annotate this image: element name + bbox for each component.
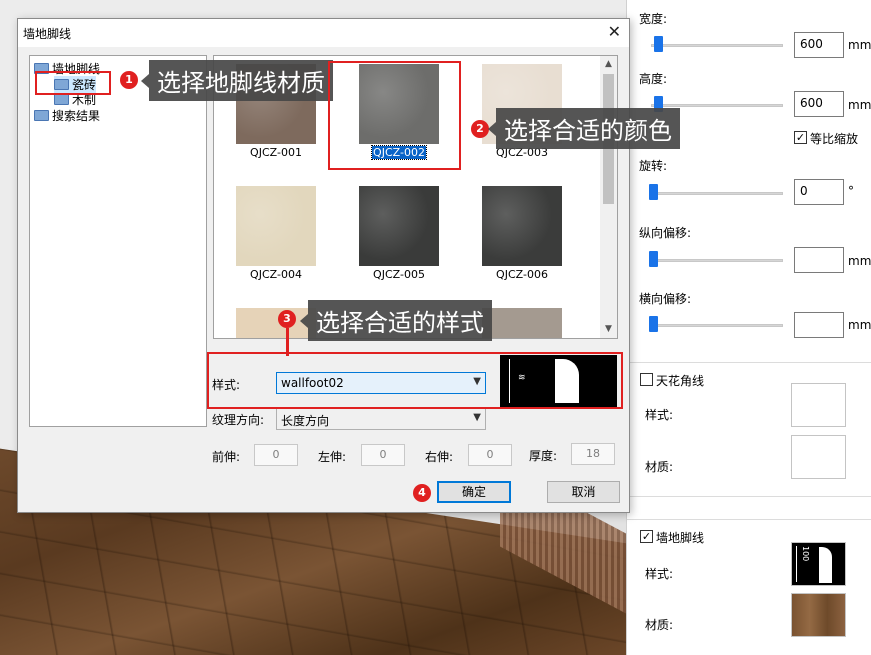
material-tile[interactable]: [482, 186, 562, 266]
tree-node-search[interactable]: 搜索结果: [34, 107, 100, 124]
vertical-offset-slider-thumb[interactable]: [649, 251, 658, 267]
ceiling-line-checkbox[interactable]: [640, 373, 653, 386]
annotation-badge: 1: [120, 71, 138, 89]
rotate-unit: °: [848, 184, 854, 198]
texture-direction-label: 纹理方向:: [212, 413, 265, 427]
thickness-input[interactable]: 18: [571, 443, 615, 465]
left-ext-input[interactable]: 0: [361, 444, 405, 466]
rotate-slider[interactable]: [651, 192, 783, 195]
thickness-label: 厚度:: [529, 449, 558, 463]
wall-foot-checkbox[interactable]: ✓: [640, 530, 653, 543]
material-tile-partial[interactable]: [482, 308, 562, 338]
ok-button[interactable]: 确定: [437, 481, 511, 503]
right-ext-label: 右伸:: [425, 450, 454, 464]
annotation-callout: 选择合适的样式: [300, 300, 492, 341]
texture-direction-select[interactable]: 长度方向 ▼: [276, 408, 486, 430]
scroll-down-icon[interactable]: ▼: [600, 321, 617, 338]
dimension-line-icon: [796, 546, 797, 582]
width-slider[interactable]: [651, 44, 783, 47]
rotate-label: 旋转:: [639, 159, 668, 173]
horizontal-offset-input[interactable]: [794, 312, 844, 338]
close-icon[interactable]: ✕: [608, 22, 621, 41]
front-ext-input[interactable]: 0: [254, 444, 298, 466]
annotation-badge: 3: [278, 310, 296, 328]
material-tile-label: QJCZ-001: [250, 146, 302, 159]
annotation-box-color: [328, 61, 461, 170]
left-ext-label: 左伸:: [318, 450, 347, 464]
annotation-box-ceramic: [35, 71, 111, 95]
vertical-offset-unit: mm: [848, 254, 871, 268]
wall-foot-label: 墙地脚线: [656, 531, 705, 545]
annotation-callout: 选择地脚线材质: [141, 60, 333, 101]
material-tile-label: QJCZ-005: [373, 268, 425, 281]
scroll-up-icon[interactable]: ▲: [600, 56, 617, 73]
properties-panel: 宽度: 600 mm 高度: 600 mm ✓ 等比缩放 旋转: 0 ° 纵向偏…: [626, 0, 871, 655]
vertical-offset-input[interactable]: [794, 247, 844, 273]
tree-node-wood-label: 木制: [72, 93, 97, 107]
grid-scrollbar[interactable]: ▲ ▼: [600, 56, 617, 338]
horizontal-offset-slider[interactable]: [651, 324, 783, 327]
material-tile[interactable]: [236, 186, 316, 266]
material-tile[interactable]: [359, 186, 439, 266]
rotate-input[interactable]: 0: [794, 179, 844, 205]
folder-icon: [54, 94, 69, 105]
keep-ratio-checkbox[interactable]: ✓: [794, 131, 807, 144]
width-slider-thumb[interactable]: [654, 36, 663, 52]
material-tile-label: QJCZ-004: [250, 268, 302, 281]
separator: [627, 519, 871, 520]
height-input[interactable]: 600: [794, 91, 844, 117]
category-tree: 墙地脚线 瓷砖 木制 搜索结果: [29, 55, 207, 427]
wall-foot-style-preview[interactable]: 100: [791, 542, 846, 586]
right-ext-input[interactable]: 0: [468, 444, 512, 466]
width-unit: mm: [848, 38, 871, 52]
height-label: 高度:: [639, 72, 668, 86]
cancel-button[interactable]: 取消: [547, 481, 620, 503]
vertical-offset-label: 纵向偏移:: [639, 226, 692, 240]
wall-foot-style-label: 样式:: [645, 567, 674, 581]
dialog-title: 墙地脚线: [23, 27, 72, 41]
ceiling-material-label: 材质:: [645, 460, 674, 474]
chevron-down-icon: ▼: [473, 412, 481, 423]
ceiling-style-label: 样式:: [645, 408, 674, 422]
keep-ratio-label: 等比缩放: [810, 132, 859, 146]
annotation-box-style: [207, 352, 623, 409]
wall-foot-material-label: 材质:: [645, 618, 674, 632]
separator: [627, 362, 871, 363]
annotation-badge: 4: [413, 484, 431, 502]
horizontal-offset-unit: mm: [848, 318, 871, 332]
ceiling-style-preview[interactable]: [791, 383, 846, 427]
ceiling-line-label: 天花角线: [656, 374, 705, 388]
front-ext-label: 前伸:: [212, 450, 241, 464]
wall-foot-material-preview[interactable]: [791, 593, 846, 637]
baseboard-profile-icon: [819, 547, 832, 583]
annotation-badge: 2: [471, 120, 489, 138]
annotation-arrow: [286, 328, 289, 356]
rotate-slider-thumb[interactable]: [649, 184, 658, 200]
horizontal-offset-slider-thumb[interactable]: [649, 316, 658, 332]
folder-icon: [34, 110, 49, 121]
ceiling-material-preview[interactable]: [791, 435, 846, 479]
height-unit: mm: [848, 98, 871, 112]
tree-node-search-label: 搜索结果: [52, 109, 101, 123]
separator: [627, 496, 871, 497]
width-input[interactable]: 600: [794, 32, 844, 58]
height-slider[interactable]: [651, 104, 783, 107]
material-tile-label: QJCZ-006: [496, 268, 548, 281]
horizontal-offset-label: 横向偏移:: [639, 292, 692, 306]
vertical-offset-slider[interactable]: [651, 259, 783, 262]
dialog-titlebar: 墙地脚线 ✕: [18, 19, 629, 47]
width-label: 宽度:: [639, 12, 668, 26]
wall-foot-style-dim: 100: [801, 546, 810, 562]
annotation-callout: 选择合适的颜色: [488, 108, 680, 149]
texture-direction-value: 长度方向: [281, 414, 330, 428]
